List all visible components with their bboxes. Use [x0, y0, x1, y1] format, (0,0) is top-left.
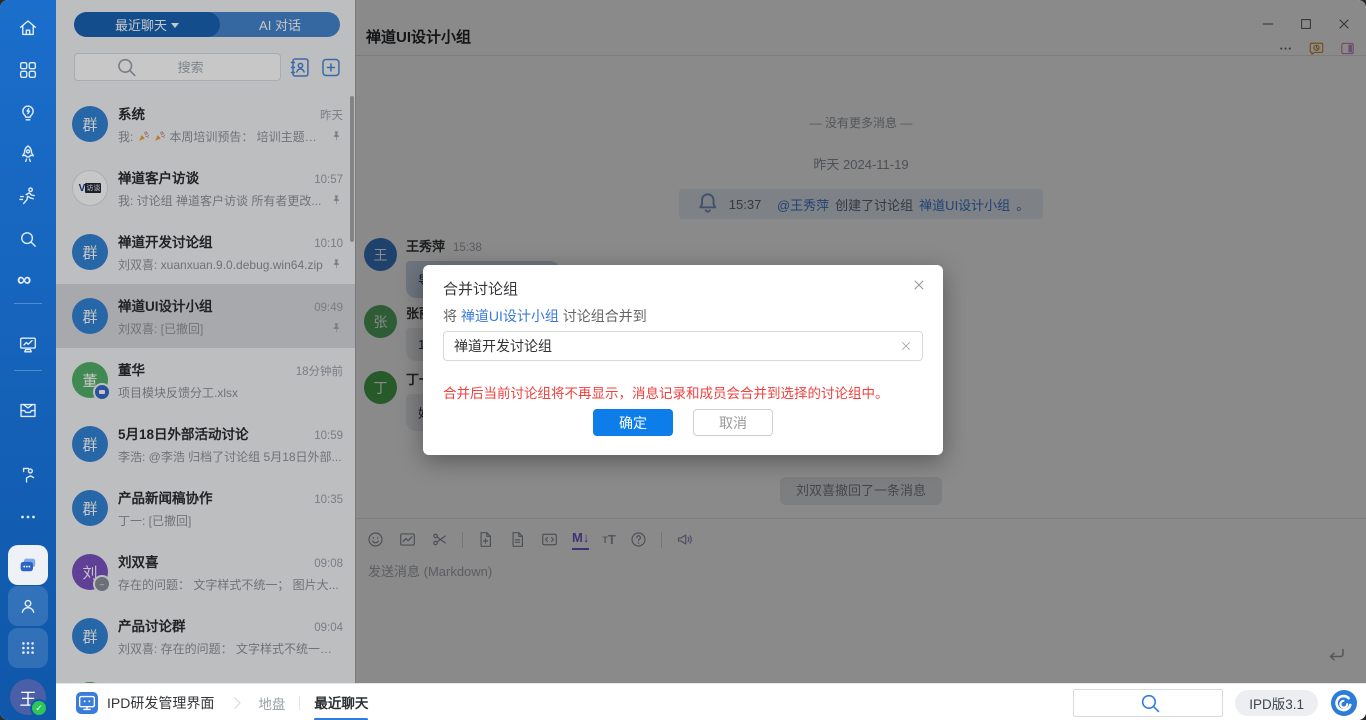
apps-icon	[17, 59, 39, 81]
nav-item-board[interactable]	[8, 325, 48, 365]
nav-divider	[14, 370, 42, 371]
chat-icon	[17, 554, 39, 576]
dialog-group-link[interactable]: 禅道UI设计小组	[461, 308, 559, 324]
more-dots-icon	[17, 506, 39, 528]
nav-rail: ∞ 王 ✓	[0, 0, 56, 720]
nav-item-inbox[interactable]	[8, 390, 48, 430]
dialog-close-button[interactable]	[911, 277, 927, 293]
nav-divider	[14, 303, 42, 304]
appgrid-icon	[17, 637, 39, 659]
clear-input-button[interactable]	[899, 339, 913, 353]
breadcrumb-recent-chats[interactable]: 最近聊天	[314, 692, 369, 720]
status-bar: IPD研发管理界面 地盘 最近聊天 IPD版3.1	[56, 683, 1366, 720]
merge-target-field	[443, 331, 923, 361]
infinity-icon: ∞	[17, 269, 32, 291]
version-badge[interactable]: IPD版3.1	[1235, 689, 1318, 716]
app-window: ∞ 王 ✓ 最近聊天 AI 对话 群系统昨天我: 本周培训预告： 培训主题： .…	[0, 0, 1366, 720]
lightbulb-icon	[17, 102, 39, 124]
dialog-title: 合并讨论组	[443, 281, 519, 298]
nav-item-training[interactable]	[8, 455, 48, 495]
status-bar-right: IPD版3.1	[1073, 684, 1358, 720]
user-avatar[interactable]: 王 ✓	[10, 679, 48, 717]
app-name[interactable]: IPD研发管理界面	[107, 693, 214, 713]
search-icon[interactable]	[1086, 690, 1214, 716]
chevron-right-icon	[228, 694, 246, 712]
nav-item-search[interactable]	[8, 219, 48, 259]
close-icon	[911, 277, 927, 293]
breadcrumb-dipan[interactable]: 地盘	[258, 693, 285, 713]
app-icon[interactable]	[76, 691, 98, 714]
nav-item-rocket[interactable]	[8, 134, 48, 174]
board-icon	[17, 334, 39, 356]
zentao-object-search[interactable]	[1073, 688, 1224, 717]
clear-icon	[899, 339, 913, 353]
dialog-body-text: 将 禅道UI设计小组 讨论组合并到	[443, 306, 647, 326]
nav-item-more-dots[interactable]	[8, 497, 48, 537]
nav-item-home[interactable]	[8, 8, 48, 48]
inbox-icon	[17, 399, 39, 421]
online-status-icon: ✓	[30, 699, 48, 717]
merge-group-dialog: 合并讨论组 将 禅道UI设计小组 讨论组合并到 合并后当前讨论组将不再显示，消息…	[423, 265, 943, 455]
contacts-icon	[17, 595, 39, 617]
nav-item-infinity[interactable]: ∞	[8, 261, 48, 301]
divider	[299, 695, 301, 710]
nav-item-lightbulb[interactable]	[8, 93, 48, 133]
breadcrumb-recent-chats-label: 最近聊天	[314, 695, 369, 711]
confirm-button[interactable]: 确定	[593, 409, 673, 436]
dialog-buttons: 确定 取消	[423, 409, 943, 436]
nav-item-runner[interactable]	[8, 176, 48, 216]
dialog-warning-text: 合并后当前讨论组将不再显示，消息记录和成员会合并到选择的讨论组中。	[443, 386, 889, 401]
training-icon	[17, 464, 39, 486]
merge-target-input[interactable]	[444, 332, 922, 360]
dialog-body-prefix: 将	[443, 308, 461, 324]
nav-item-appgrid[interactable]	[8, 628, 48, 668]
search-icon	[17, 228, 39, 250]
rocket-icon	[17, 143, 39, 165]
nav-item-contacts[interactable]	[8, 586, 48, 626]
modal-overlay-list	[56, 0, 355, 683]
dialog-body-suffix: 讨论组合并到	[558, 308, 647, 324]
status-bar-left: IPD研发管理界面 地盘 最近聊天	[76, 684, 369, 720]
runner-icon	[17, 185, 39, 207]
zentao-logo-icon[interactable]	[1330, 689, 1358, 717]
nav-item-chat[interactable]	[8, 545, 48, 585]
home-icon	[17, 17, 39, 39]
cancel-button[interactable]: 取消	[693, 409, 773, 436]
nav-item-apps[interactable]	[8, 50, 48, 90]
monitor-icon	[76, 692, 98, 714]
